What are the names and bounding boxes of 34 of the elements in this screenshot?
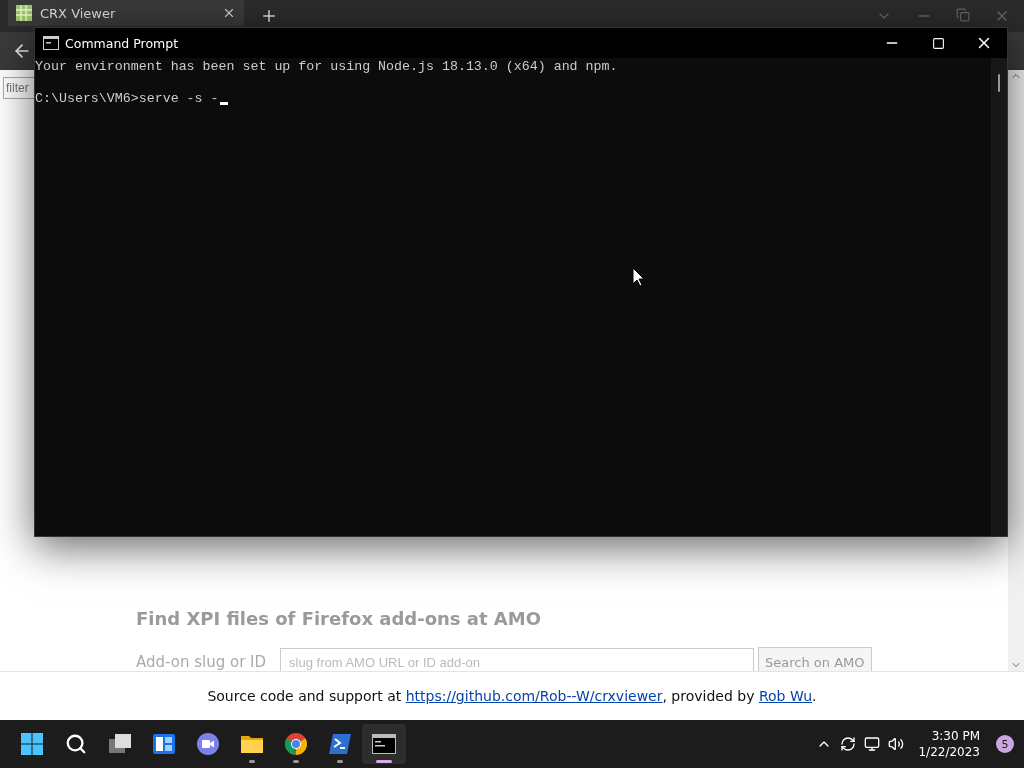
console-line: Your environment has been set up for using Node.js 18.13.0 (x64) and npm. [35,59,618,75]
console-app-icon [43,36,59,50]
windows-logo-icon [20,732,44,756]
widgets-icon [152,733,176,755]
video-chat-icon [196,732,220,756]
taskbar-app[interactable] [362,724,406,764]
scrollbar[interactable] [991,58,1007,536]
window-title: Command Prompt [65,35,179,51]
notification-badge[interactable]: 5 [996,735,1014,753]
shell-prompt-icon [328,733,352,755]
network-icon[interactable] [864,736,881,752]
console-line: C:\Users\VM6>serve -s - [35,91,219,107]
terminal-icon [372,734,396,754]
stacked-windows-icon [108,733,132,755]
browser-tab[interactable]: CRX Viewer [8,0,244,26]
grid-favicon-icon [16,5,32,21]
close-icon[interactable] [222,6,236,20]
slug-field[interactable]: slug from AMO URL or ID add-on [280,648,755,671]
volume-icon[interactable] [888,736,905,752]
search-icon [65,733,87,755]
folder-icon [240,734,264,754]
field-label: Add-on slug or ID [136,653,267,671]
section-heading: Find XPI files of Firefox add-ons at AMO [136,608,542,629]
browser-logo-icon [284,732,308,756]
filter-field[interactable]: filter [3,77,34,99]
footer-link[interactable]: Rob Wu [758,688,813,704]
text-cursor [219,102,228,105]
mouse-pointer-icon [632,267,645,287]
new-tab-icon[interactable] [260,7,278,25]
restore-icon[interactable] [956,8,970,22]
clock[interactable]: 3:30 PM 1/22/2023 [918,728,980,760]
footer-link[interactable]: https://github.com/Rob--W/crxviewer [405,688,663,704]
sync-icon[interactable] [840,736,857,752]
maximize-icon[interactable] [931,36,945,50]
